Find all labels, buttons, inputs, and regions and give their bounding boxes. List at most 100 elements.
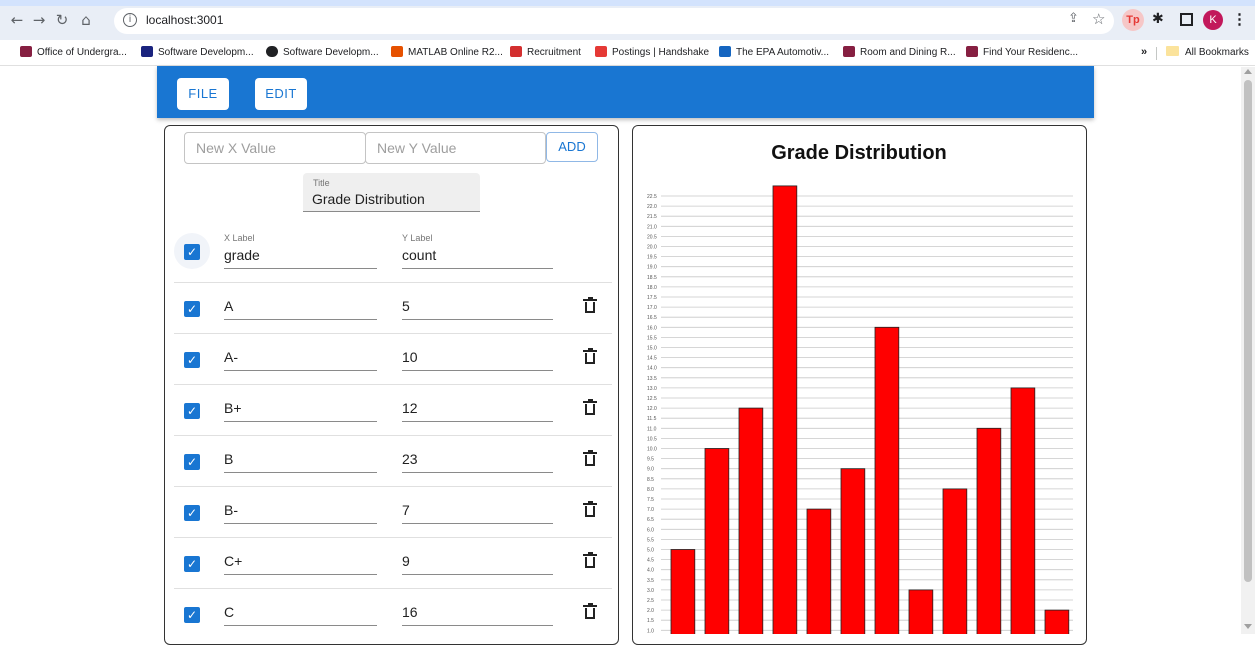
row-y-field[interactable]: 23 xyxy=(402,437,553,473)
row-checkbox[interactable]: ✓ xyxy=(184,301,200,317)
row-y-field[interactable]: 10 xyxy=(402,335,553,371)
y-tick-label: 14.5 xyxy=(647,356,657,362)
row-checkbox[interactable]: ✓ xyxy=(184,454,200,470)
row-x-field[interactable]: A xyxy=(224,284,377,320)
row-x-field[interactable]: C+ xyxy=(224,539,377,575)
more-menu-icon[interactable]: ⋮ xyxy=(1232,10,1247,30)
scrollbar-thumb[interactable] xyxy=(1244,80,1252,582)
bookmark-star-icon[interactable]: ☆ xyxy=(1092,11,1108,27)
x-label-field[interactable]: X Label grade xyxy=(224,233,377,269)
row-checkbox[interactable]: ✓ xyxy=(184,352,200,368)
bookmark-item[interactable]: Room and Dining R... xyxy=(843,46,956,60)
y-tick-label: 15.0 xyxy=(647,346,657,352)
bookmark-label: Room and Dining R... xyxy=(860,47,956,58)
y-tick-label: 21.0 xyxy=(647,224,657,230)
y-tick-label: 16.5 xyxy=(647,315,657,321)
edit-button[interactable]: EDIT xyxy=(255,78,307,110)
y-tick-label: 11.5 xyxy=(647,416,657,422)
row-y-field[interactable]: 7 xyxy=(402,488,553,524)
bookmarks-overflow-button[interactable]: » xyxy=(1141,46,1147,58)
file-button[interactable]: FILE xyxy=(177,78,229,110)
row-y-field[interactable]: 5 xyxy=(402,284,553,320)
row-x-field[interactable]: A- xyxy=(224,335,377,371)
y-tick-label: 2.5 xyxy=(647,598,654,604)
scroll-up-arrow[interactable] xyxy=(1244,69,1252,74)
bookmark-item[interactable]: Recruitment xyxy=(510,46,581,60)
y-label-field[interactable]: Y Label count xyxy=(402,233,553,269)
bar xyxy=(772,185,798,634)
row-y-value: 12 xyxy=(402,400,418,416)
row-y-field[interactable]: 12 xyxy=(402,386,553,422)
matlab-icon xyxy=(391,46,403,57)
y-tick-label: 21.5 xyxy=(647,214,657,220)
y-tick-label: 12.5 xyxy=(647,396,657,402)
row-x-value: B xyxy=(224,451,234,467)
bar xyxy=(942,488,968,634)
bar xyxy=(704,448,730,634)
all-bookmarks-button[interactable]: All Bookmarks xyxy=(1166,46,1249,60)
trash-icon[interactable] xyxy=(583,501,597,517)
row-checkbox[interactable]: ✓ xyxy=(184,556,200,572)
bar xyxy=(806,508,832,634)
new-y-input[interactable]: New Y Value xyxy=(365,132,546,164)
bar xyxy=(976,427,1002,634)
app-bar: FILE EDIT xyxy=(157,66,1094,118)
back-icon[interactable]: ← xyxy=(8,11,26,29)
row-x-field[interactable]: B- xyxy=(224,488,377,524)
y-tick-label: 7.5 xyxy=(647,497,654,503)
side-panel-icon[interactable] xyxy=(1180,13,1193,26)
row-x-field[interactable]: B xyxy=(224,437,377,473)
y-tick-label: 6.0 xyxy=(647,527,654,533)
scroll-down-arrow[interactable] xyxy=(1244,624,1252,629)
trash-icon[interactable] xyxy=(583,348,597,364)
row-checkbox[interactable]: ✓ xyxy=(184,505,200,521)
bookmark-item[interactable]: Office of Undergra... xyxy=(20,46,127,60)
row-checkbox[interactable]: ✓ xyxy=(184,403,200,419)
bookmark-item[interactable]: Find Your Residenc... xyxy=(966,46,1078,60)
reload-icon[interactable]: ↻ xyxy=(53,11,71,29)
handshake-icon xyxy=(595,46,607,57)
epa-icon xyxy=(719,46,731,57)
header-checkbox[interactable]: ✓ xyxy=(184,244,200,260)
row-y-field[interactable]: 9 xyxy=(402,539,553,575)
bar xyxy=(1010,387,1036,634)
url-text: localhost:3001 xyxy=(146,13,224,27)
bookmark-item[interactable]: MATLAB Online R2... xyxy=(391,46,503,60)
title-field[interactable]: Title Grade Distribution xyxy=(303,173,480,212)
share-icon[interactable]: ⇪ xyxy=(1068,12,1082,26)
bookmark-label: Office of Undergra... xyxy=(37,47,127,58)
avatar[interactable]: K xyxy=(1203,10,1223,30)
trash-icon[interactable] xyxy=(583,399,597,415)
row-checkbox[interactable]: ✓ xyxy=(184,607,200,623)
bookmark-item[interactable]: Postings | Handshake xyxy=(595,46,709,60)
tp-extension-icon[interactable]: Tp xyxy=(1122,9,1144,31)
home-icon[interactable]: ⌂ xyxy=(77,11,95,29)
y-tick-label: 11.0 xyxy=(647,426,657,432)
folder-icon xyxy=(1166,46,1179,56)
row-x-field[interactable]: B+ xyxy=(224,386,377,422)
row-y-value: 23 xyxy=(402,451,418,467)
address-bar[interactable]: i localhost:3001 xyxy=(114,8,1114,34)
trash-icon[interactable] xyxy=(583,603,597,619)
add-button[interactable]: ADD xyxy=(546,132,598,162)
y-tick-label: 14.0 xyxy=(647,366,657,372)
y-tick-label: 22.5 xyxy=(647,194,657,200)
forward-icon[interactable]: → xyxy=(30,11,48,29)
bar xyxy=(874,326,900,634)
row-x-field[interactable]: C xyxy=(224,590,377,626)
vt-icon xyxy=(843,46,855,57)
bookmark-label: The EPA Automotiv... xyxy=(736,47,830,58)
bookmark-item[interactable]: The EPA Automotiv... xyxy=(719,46,829,60)
site-info-icon[interactable]: i xyxy=(123,13,137,27)
y-tick-label: 6.5 xyxy=(647,517,654,523)
bookmark-item[interactable]: Software Developm... xyxy=(141,46,254,60)
x-label-value: grade xyxy=(224,247,260,263)
trash-icon[interactable] xyxy=(583,297,597,313)
trash-icon[interactable] xyxy=(583,552,597,568)
y-tick-label: 4.5 xyxy=(647,558,654,564)
trash-icon[interactable] xyxy=(583,450,597,466)
new-x-input[interactable]: New X Value xyxy=(184,132,366,164)
extensions-icon[interactable]: ✱ xyxy=(1152,11,1168,27)
row-y-field[interactable]: 16 xyxy=(402,590,553,626)
bookmark-item[interactable]: Software Developm... xyxy=(266,46,379,60)
